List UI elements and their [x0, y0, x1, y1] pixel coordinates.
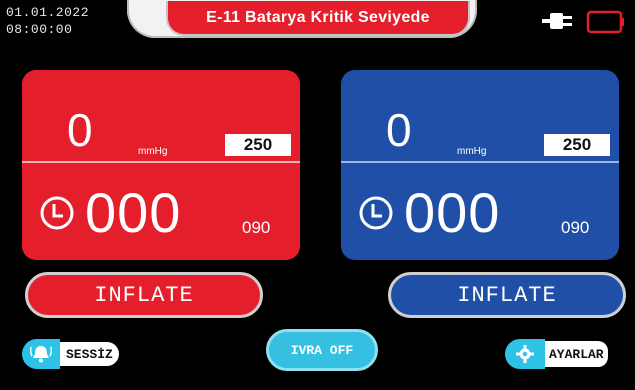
channel-2-divider [341, 161, 619, 163]
gear-icon [505, 339, 545, 369]
battery-icon [586, 10, 624, 34]
clock-icon [40, 196, 74, 230]
channel-2-panel: 0 mmHg 250 000 090 [341, 70, 619, 260]
channel-1-pressure-value: 0 [67, 104, 93, 156]
alarm-banner[interactable]: E-11 Batarya Kritik Seviyede [166, 1, 470, 36]
inflate-label: INFLATE [457, 282, 557, 308]
time-text: 08:00:00 [6, 22, 73, 37]
channel-1-set-time[interactable]: 090 [242, 218, 270, 238]
ivra-toggle-button[interactable]: IVRA OFF [266, 329, 378, 371]
channel-1-inflate-button[interactable]: INFLATE [25, 272, 263, 318]
channel-1-time-value: 000 [85, 181, 182, 244]
channel-1-pressure-unit: mmHg [138, 146, 168, 157]
channel-1-set-pressure[interactable]: 250 [225, 134, 291, 156]
tourniquet-screen: 01.01.2022 08:00:00 E-11 Batarya Kritik … [0, 0, 635, 390]
channel-1-divider [22, 161, 300, 163]
mute-button[interactable]: SESSİZ [22, 339, 119, 369]
mute-label: SESSİZ [60, 342, 119, 366]
plug-icon [542, 13, 572, 29]
mute-bell-icon [22, 339, 60, 369]
channel-1-panel: 0 mmHg 250 000 090 [22, 70, 300, 260]
date-text: 01.01.2022 [6, 5, 90, 20]
settings-label: AYARLAR [545, 341, 608, 367]
alarm-text: E-11 Batarya Kritik Seviyede [206, 8, 430, 26]
channel-2-pressure-value: 0 [386, 104, 412, 156]
channel-2-set-time[interactable]: 090 [561, 218, 589, 238]
datetime: 01.01.2022 08:00:00 [6, 4, 89, 38]
channel-2-set-pressure[interactable]: 250 [544, 134, 610, 156]
ivra-label: IVRA OFF [290, 342, 354, 358]
channel-2-inflate-button[interactable]: INFLATE [388, 272, 626, 318]
clock-icon [359, 196, 393, 230]
inflate-label: INFLATE [94, 282, 194, 308]
settings-button[interactable]: AYARLAR [505, 339, 608, 369]
channel-2-time-value: 000 [404, 181, 501, 244]
channel-2-pressure-unit: mmHg [457, 146, 487, 157]
